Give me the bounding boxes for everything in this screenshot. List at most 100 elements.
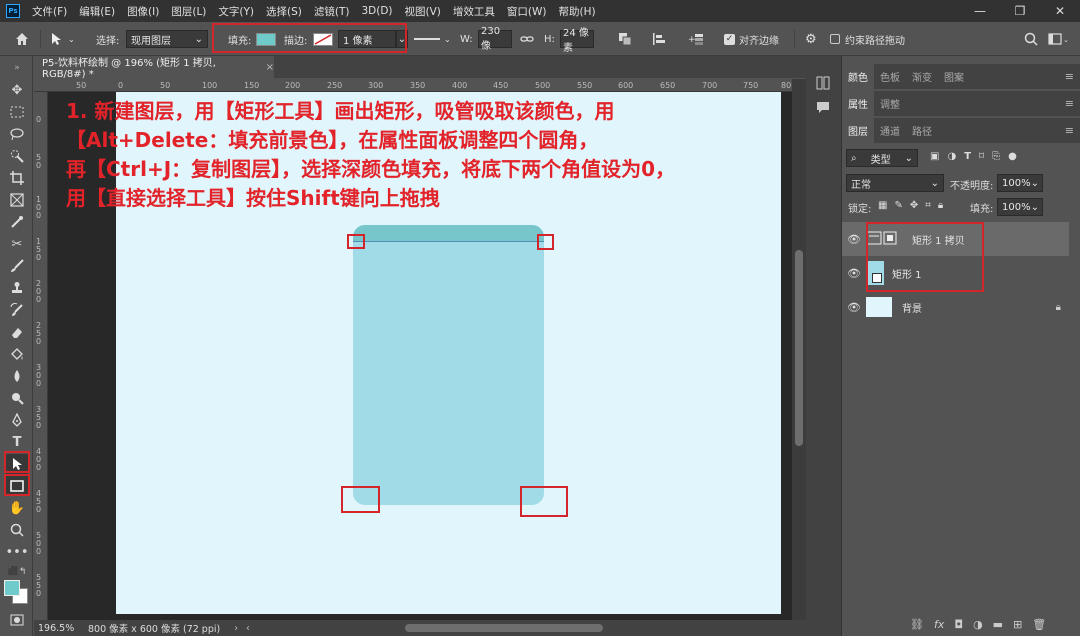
layer-filter-dropdown[interactable]: ⌕ 类型 ⌄ [846,149,918,167]
eye-icon[interactable]: 👁︎ [842,267,866,280]
new-adjustment-layer-icon[interactable]: ◑ [973,618,983,631]
tool-preset-picker[interactable]: ⌄ [50,22,75,56]
marquee-tool-icon[interactable] [6,102,28,122]
panel-menu-icon[interactable]: ≡ [1065,124,1074,137]
scroll-left-icon[interactable]: ‹ [246,623,250,634]
panel-menu-icon[interactable]: ≡ [1065,97,1074,110]
gear-icon[interactable]: ⚙ [805,22,817,56]
paint-bucket-tool-icon[interactable] [6,344,28,364]
foreground-color-swatch[interactable] [4,580,20,596]
tab-layers[interactable]: 图层 [842,118,874,143]
brush-tool-icon[interactable] [6,256,28,276]
restore-button[interactable]: ❐ [1000,0,1040,22]
menu-3d[interactable]: 3D(D) [355,5,398,17]
fill-opacity-input[interactable]: 100% ⌄ [997,198,1043,216]
comments-panel-icon[interactable] [816,100,830,117]
lock-position-icon[interactable]: ✥ [910,200,918,211]
filter-shape-icon[interactable]: ⌑ [979,151,984,162]
quick-select-tool-icon[interactable] [6,146,28,166]
align-edges-checkbox[interactable]: ✓ [724,33,735,45]
menu-image[interactable]: 图像(I) [121,4,165,19]
path-operations-icon[interactable] [618,22,632,56]
menu-help[interactable]: 帮助(H) [553,4,602,19]
history-panel-icon[interactable] [816,76,830,93]
rectangle-1-copy-shape[interactable] [353,225,544,242]
opacity-input[interactable]: 100% ⌄ [997,174,1043,192]
menu-layer[interactable]: 图层(L) [165,4,212,19]
filter-type-icon[interactable]: T [964,151,971,162]
pen-tool-icon[interactable] [6,410,28,430]
tab-adjustments[interactable]: 调整 [874,91,906,116]
type-tool-icon[interactable]: T [6,432,28,452]
lasso-tool-icon[interactable] [6,124,28,144]
select-scope-dropdown[interactable]: 现用图层 ⌄ [126,30,208,48]
move-tool-icon[interactable]: ✥ [6,80,28,100]
link-layers-icon[interactable]: ⛓︎ [910,618,924,631]
menu-type[interactable]: 文字(Y) [212,4,260,19]
height-input[interactable]: 24 像素 [560,28,594,54]
close-tab-icon[interactable]: × [266,62,274,73]
eye-icon[interactable]: 👁︎ [842,233,866,246]
rectangle-1-shape[interactable] [353,225,544,505]
crop-tool-icon[interactable] [6,168,28,188]
tab-gradients[interactable]: 渐变 [906,64,938,89]
history-brush-tool-icon[interactable] [6,300,28,320]
filter-toggle-icon[interactable]: ● [1008,151,1017,162]
panel-menu-icon[interactable]: ≡ [1065,70,1074,83]
frame-tool-icon[interactable] [6,190,28,210]
tab-patterns[interactable]: 图案 [938,64,970,89]
menu-view[interactable]: 视图(V) [399,4,447,19]
clone-stamp-tool-icon[interactable] [6,278,28,298]
menu-select[interactable]: 选择(S) [260,4,308,19]
horizontal-scroll-thumb[interactable] [405,624,603,632]
minimize-button[interactable]: — [960,0,1000,22]
menu-plugins[interactable]: 增效工具 [447,4,501,19]
vertical-scroll-thumb[interactable] [795,250,803,446]
constrain-path-checkbox[interactable] [830,34,840,44]
search-icon[interactable] [1024,22,1038,56]
new-layer-icon[interactable]: ⊞ [1013,618,1022,631]
new-group-icon[interactable]: ▬ [993,618,1003,631]
tab-properties[interactable]: 属性 [842,91,874,116]
path-alignment-icon[interactable] [652,22,666,56]
tab-swatches[interactable]: 色板 [874,64,906,89]
menu-file[interactable]: 文件(F) [26,4,73,19]
stroke-type-dropdown[interactable]: ⌄ [414,22,451,56]
collapse-icon[interactable]: » [6,58,28,78]
lock-image-icon[interactable]: ✎ [894,200,902,211]
default-colors-icon[interactable]: ⬛↰ [6,562,28,582]
menu-edit[interactable]: 编辑(E) [73,4,121,19]
workspace-switcher-icon[interactable]: ⌄ [1048,22,1068,56]
tab-channels[interactable]: 通道 [874,118,906,143]
dodge-tool-icon[interactable] [6,388,28,408]
document-tab[interactable]: P5-饮料杯绘制 @ 196% (矩形 1 拷贝, RGB/8#) * × [34,56,274,80]
eye-icon[interactable]: 👁︎ [842,301,866,314]
add-mask-icon[interactable]: ◘ [954,618,963,631]
more-tools-icon[interactable]: ••• [6,542,29,562]
filter-adjustment-icon[interactable]: ◑ [947,151,956,162]
eraser-tool-icon[interactable] [6,322,28,342]
width-input[interactable]: 230 像 [478,26,512,52]
lock-artboard-icon[interactable]: ⌗ [925,200,931,211]
zoom-tool-icon[interactable] [6,520,28,540]
blend-mode-dropdown[interactable]: 正常 ⌄ [846,174,944,192]
delete-layer-icon[interactable]: 🗑︎ [1032,618,1046,631]
quick-mask-icon[interactable] [6,610,28,630]
zoom-level[interactable]: 196.5% [38,623,86,634]
menu-window[interactable]: 窗口(W) [501,4,553,19]
tab-paths[interactable]: 路径 [906,118,938,143]
healing-brush-tool-icon[interactable]: ✂ [6,234,28,254]
link-icon[interactable] [520,22,534,56]
menu-filter[interactable]: 滤镜(T) [308,4,356,19]
tab-color[interactable]: 颜色 [842,64,874,89]
home-icon[interactable] [14,22,30,56]
lock-all-icon[interactable]: 🔒︎ [938,200,943,211]
blur-tool-icon[interactable] [6,366,28,386]
eyedropper-tool-icon[interactable] [6,212,28,232]
close-button[interactable]: ✕ [1040,0,1080,22]
filter-pixel-icon[interactable]: ▣ [930,151,939,162]
filter-smart-object-icon[interactable]: ⎘ [992,151,1000,162]
lock-transparent-icon[interactable]: ▦ [878,200,887,211]
layer-row[interactable]: 👁︎ 背景 🔒︎ [842,290,1069,324]
layer-effects-icon[interactable]: fx [934,618,944,631]
